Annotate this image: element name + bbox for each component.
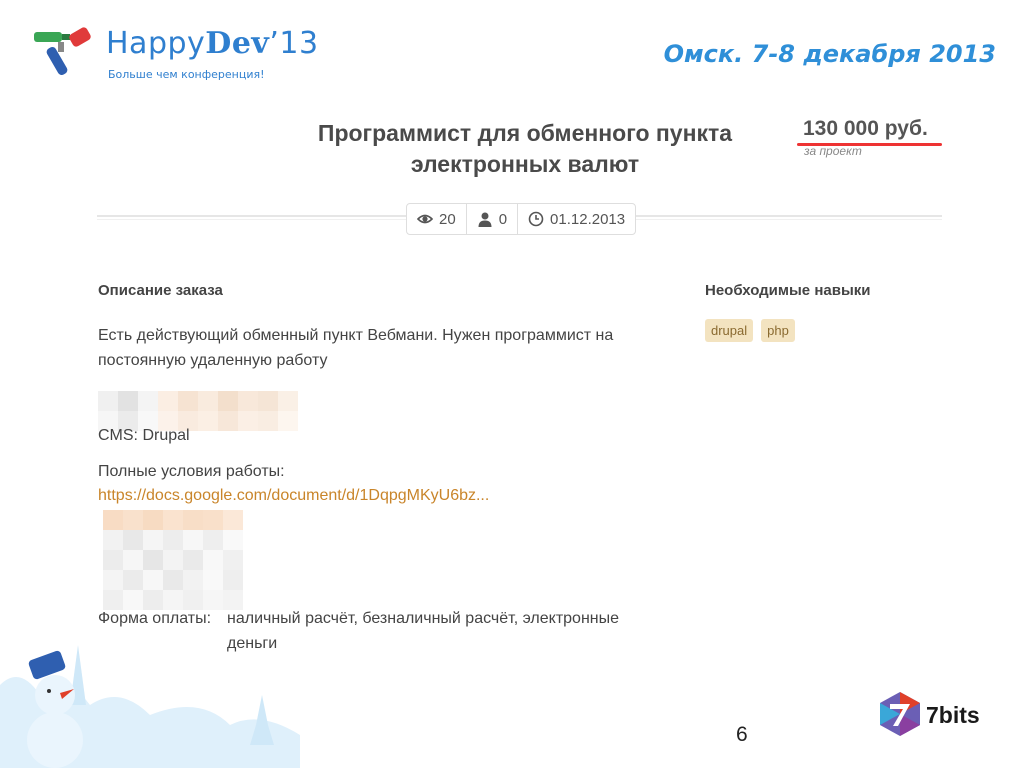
skills-title: Необходимые навыки (705, 282, 871, 299)
brand-light: Happy (106, 26, 206, 61)
price-note: за проект (804, 144, 862, 158)
happydev-logo-icon (34, 27, 91, 76)
skill-tag[interactable]: php (761, 319, 795, 342)
description-text: Есть действующий обменный пункт Вебмани.… (98, 327, 614, 369)
skills-tags: drupal php (705, 319, 795, 342)
terms-link[interactable]: https://docs.google.com/document/d/1Dqpg… (98, 483, 489, 508)
clock-icon (528, 211, 544, 227)
date-stat: 01.12.2013 (518, 204, 635, 234)
skill-tag[interactable]: drupal (705, 319, 754, 342)
redacted-block (103, 510, 243, 610)
user-icon (478, 212, 492, 227)
sponsor-name: 7bits (926, 702, 980, 728)
7bits-logo-icon (880, 692, 920, 736)
event-date: Омск. 7-8 декабря 2013 (663, 40, 996, 68)
brand-bold: Dev (205, 26, 270, 61)
responses-count: 0 (498, 210, 508, 228)
views-stat: 20 (407, 204, 467, 234)
job-price: 130 000 руб. (803, 117, 928, 140)
snowman-decoration (0, 645, 300, 768)
eye-icon (417, 214, 433, 224)
cms-line: CMS: Drupal (98, 427, 190, 444)
responses-stat: 0 (467, 204, 519, 234)
page-number: 6 (736, 723, 748, 746)
brand-tagline: Больше чем конференция! (108, 68, 265, 81)
job-title: Программист для обменного пункта электро… (317, 120, 733, 177)
stats-bar: 20 0 01.12.2013 (406, 203, 637, 235)
post-date: 01.12.2013 (550, 210, 626, 228)
brand-year: ’13 (269, 26, 319, 61)
views-count: 20 (439, 210, 456, 228)
brand-name: HappyDev’13 (106, 26, 319, 61)
terms-label: Полные условия работы: (98, 463, 285, 480)
description-title: Описание заказа (98, 282, 223, 299)
